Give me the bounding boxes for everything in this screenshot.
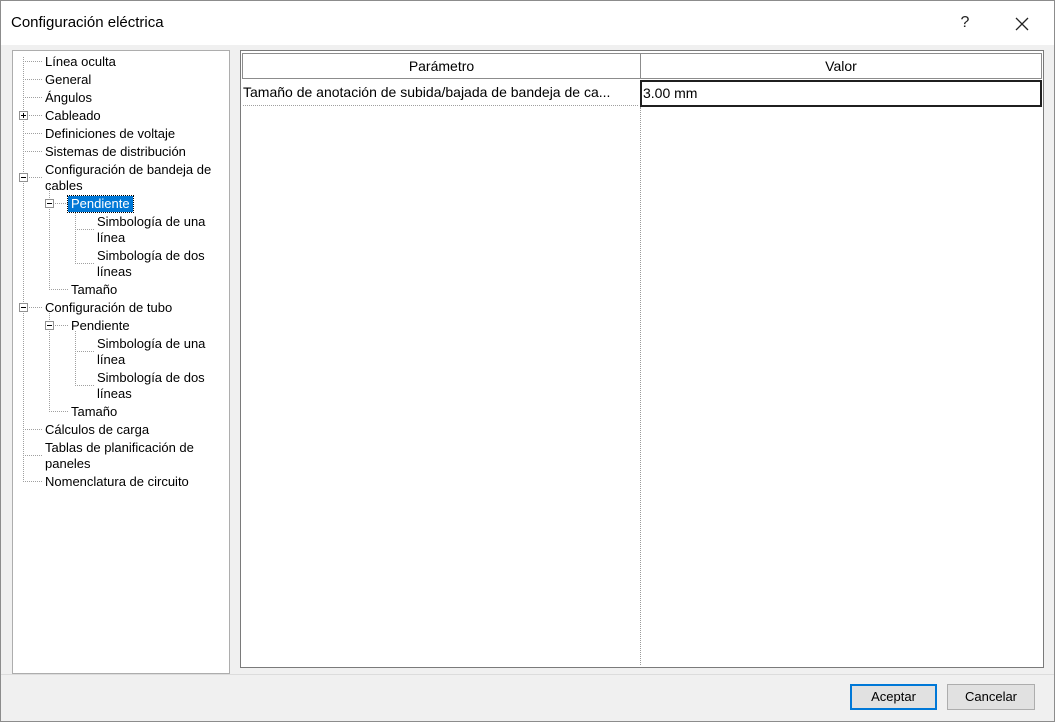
collapse-pendiente-tubo-icon[interactable]	[45, 321, 54, 330]
electrical-settings-dialog: Configuración eléctrica ? Línea oculta G…	[0, 0, 1055, 722]
close-button[interactable]	[1002, 10, 1042, 36]
settings-tree[interactable]: Línea oculta General Ángulos Cableado De…	[12, 50, 230, 674]
tree-item-tablas-planificacion[interactable]: Tablas de planificación de paneles	[45, 440, 194, 472]
table-cell-value-input[interactable]: 3.00 mm	[640, 80, 1042, 107]
tree-item-cableado[interactable]: Cableado	[45, 108, 101, 124]
accept-button[interactable]: Aceptar	[850, 684, 937, 710]
close-icon	[1015, 17, 1029, 31]
table-cell-parameter[interactable]: Tamaño de anotación de subida/bajada de …	[243, 81, 638, 106]
column-header-parametro[interactable]: Parámetro	[242, 53, 641, 79]
parameters-grid: Parámetro Valor Tamaño de anotación de s…	[240, 50, 1044, 668]
collapse-pendiente-bandeja-icon[interactable]	[45, 199, 54, 208]
tree-item-simbologia-una-linea-tubo[interactable]: Simbología de una línea	[97, 336, 205, 368]
tree-item-simbologia-dos-lineas-tubo[interactable]: Simbología de dos líneas	[97, 370, 205, 402]
column-header-valor[interactable]: Valor	[640, 53, 1042, 79]
dialog-title: Configuración eléctrica	[11, 14, 164, 31]
tree-item-simbologia-dos-lineas-bandeja[interactable]: Simbología de dos líneas	[97, 248, 205, 280]
title-bar: Configuración eléctrica ?	[1, 1, 1054, 45]
tree-item-pendiente-tubo[interactable]: Pendiente	[71, 318, 130, 334]
tree-item-definiciones-voltaje[interactable]: Definiciones de voltaje	[45, 126, 175, 142]
collapse-tubo-icon[interactable]	[19, 303, 28, 312]
tree-item-sistemas-distribucion[interactable]: Sistemas de distribución	[45, 144, 186, 160]
tree-item-config-bandeja[interactable]: Configuración de bandeja de cables	[45, 162, 211, 194]
tree-item-pendiente-bandeja[interactable]: Pendiente	[67, 195, 134, 213]
tree-item-nomenclatura-circuito[interactable]: Nomenclatura de circuito	[45, 474, 189, 490]
expand-cableado-icon[interactable]	[19, 111, 28, 120]
tree-item-tamano-bandeja[interactable]: Tamaño	[71, 282, 117, 298]
tree-item-config-tubo[interactable]: Configuración de tubo	[45, 300, 172, 316]
cancel-button[interactable]: Cancelar	[947, 684, 1035, 710]
tree-item-calculos-carga[interactable]: Cálculos de carga	[45, 422, 149, 438]
column-divider	[640, 107, 641, 665]
collapse-bandeja-icon[interactable]	[19, 173, 28, 182]
tree-item-simbologia-una-linea-bandeja[interactable]: Simbología de una línea	[97, 214, 205, 246]
help-button[interactable]: ?	[945, 10, 985, 36]
tree-item-angulos[interactable]: Ángulos	[45, 90, 92, 106]
footer-separator	[1, 674, 1054, 675]
tree-item-linea-oculta[interactable]: Línea oculta	[45, 54, 116, 70]
tree-item-tamano-tubo[interactable]: Tamaño	[71, 404, 117, 420]
tree-item-general[interactable]: General	[45, 72, 91, 88]
